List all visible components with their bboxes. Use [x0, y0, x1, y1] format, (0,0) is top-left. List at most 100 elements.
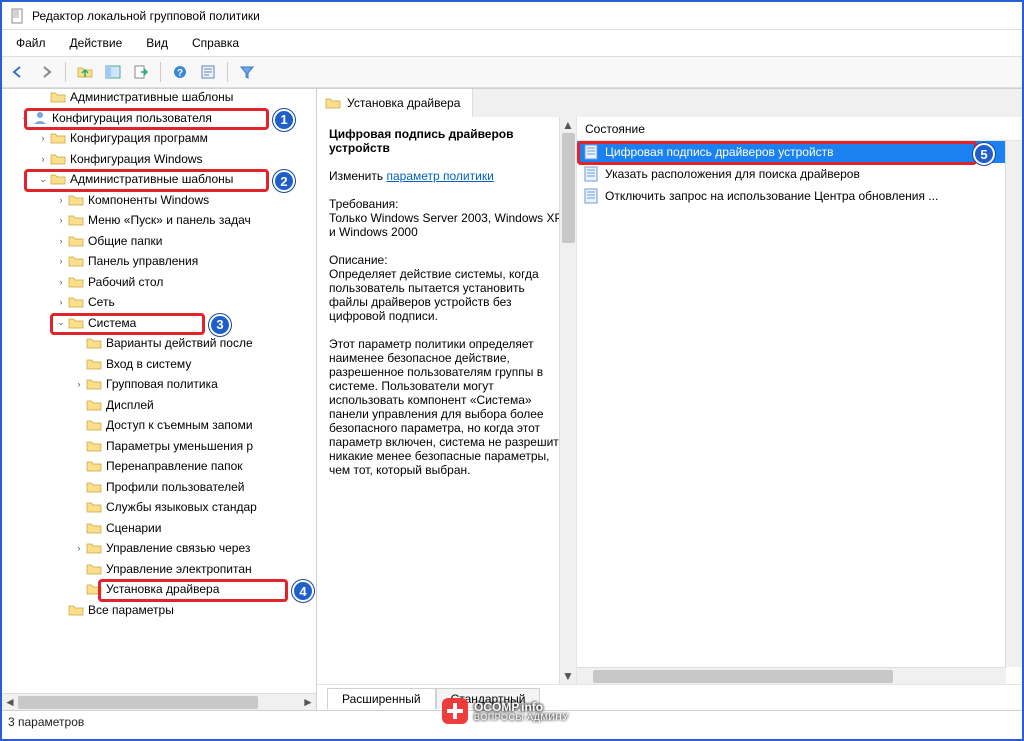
path-tab[interactable]: Установка драйвера [317, 89, 473, 117]
list-row[interactable]: Отключить запрос на использование Центра… [577, 185, 1022, 207]
list-row-label: Указать расположения для поиска драйверо… [605, 167, 860, 181]
list-row[interactable]: Указать расположения для поиска драйверо… [577, 163, 1022, 185]
tree-item[interactable]: › Панель управления [6, 251, 317, 272]
forward-button[interactable] [34, 60, 58, 84]
list-body[interactable]: Цифровая подпись драйверов устройств Указ… [577, 141, 1022, 207]
expander-closed-icon[interactable]: › [54, 277, 68, 287]
folder-icon [50, 151, 66, 167]
tree-item[interactable]: ›Конфигурация Windows [6, 149, 317, 170]
expander-closed-icon[interactable]: › [54, 215, 68, 225]
expander-closed-icon[interactable]: › [72, 543, 86, 553]
tree-item-label: Сценарии [106, 521, 161, 535]
tree-item[interactable]: ›Сеть [6, 292, 317, 313]
tree-item-label: Перенаправление папок [106, 459, 243, 473]
folder-icon [86, 417, 102, 433]
tree-item[interactable]: ⌄Конфигурация пользователя [6, 108, 317, 129]
tree-item-label: Общие папки [88, 234, 162, 248]
tree-item[interactable]: › Общие папки [6, 231, 317, 252]
menu-help[interactable]: Справка [182, 34, 249, 52]
tree-item[interactable]: ›Компоненты Windows [6, 190, 317, 211]
tree-item-label: Панель управления [88, 254, 198, 268]
description-column: Цифровая подпись драйверов устройств Изм… [317, 117, 577, 684]
policy-icon [583, 166, 599, 182]
show-hide-tree-button[interactable] [101, 60, 125, 84]
folder-icon [50, 171, 66, 187]
col-header-state[interactable]: Состояние [577, 120, 653, 138]
menu-action[interactable]: Действие [60, 34, 133, 52]
tree-item[interactable]: ›Конфигурация программ [6, 128, 317, 149]
tree-item-label: Вход в систему [106, 357, 191, 371]
expander-closed-icon[interactable]: › [54, 297, 68, 307]
tree-item-label: Профили пользователей [106, 480, 244, 494]
expander-open-icon[interactable]: ⌄ [54, 317, 68, 328]
expander-closed-icon[interactable]: › [54, 236, 68, 246]
tree-item[interactable]: Вход в систему [6, 354, 317, 375]
expander-open-icon[interactable]: ⌄ [36, 174, 50, 185]
list-row[interactable]: Цифровая подпись драйверов устройств [577, 141, 1022, 163]
folder-icon [86, 540, 102, 556]
tree-item[interactable]: Доступ к съемным запоми [6, 415, 317, 436]
tree-item[interactable]: ›Рабочий стол [6, 272, 317, 293]
folder-icon [86, 356, 102, 372]
export-button[interactable] [129, 60, 153, 84]
tree-item[interactable]: ⌄Система [6, 313, 317, 334]
filter-button[interactable] [235, 60, 259, 84]
tree-item[interactable]: Службы языковых стандар [6, 497, 317, 518]
tree-item[interactable]: Управление электропитан [6, 559, 317, 580]
tree-item[interactable]: Установка драйвера [6, 579, 317, 600]
list-vertical-scrollbar[interactable] [1005, 141, 1022, 667]
tree-item[interactable]: Перенаправление папок [6, 456, 317, 477]
tree-item-label: Групповая политика [106, 377, 218, 391]
tree-item[interactable]: › Меню «Пуск» и панель задач [6, 210, 317, 231]
folder-icon [86, 520, 102, 536]
expander-closed-icon[interactable]: › [72, 379, 86, 389]
tab-extended[interactable]: Расширенный [327, 688, 436, 709]
tree-item[interactable]: ›Управление связью через [6, 538, 317, 559]
tree-item[interactable]: Варианты действий после [6, 333, 317, 354]
description-p1: Определяет действие системы, когда польз… [329, 267, 566, 323]
up-button[interactable] [73, 60, 97, 84]
tree-item[interactable]: ⌄ Административные шаблоны [6, 169, 317, 190]
tree-item[interactable]: Все параметры [6, 600, 317, 621]
menu-file[interactable]: Файл [6, 34, 56, 52]
tree[interactable]: Административные шаблоны⌄Конфигурация по… [6, 89, 317, 683]
tree-item[interactable]: Профили пользователей [6, 477, 317, 498]
bottom-tabs: Расширенный Стандартный [317, 684, 1022, 710]
expander-closed-icon[interactable]: › [36, 154, 50, 164]
tree-item-label: Все параметры [88, 603, 174, 617]
tree-item-label: Установка драйвера [106, 582, 219, 596]
desc-vertical-scrollbar[interactable]: ▲▼ [559, 117, 576, 684]
tree-item[interactable]: Параметры уменьшения р [6, 436, 317, 457]
help-button[interactable]: ? [168, 60, 192, 84]
folder-icon [86, 581, 102, 597]
content-header: Установка драйвера [317, 89, 1022, 117]
list-row-label: Отключить запрос на использование Центра… [605, 189, 938, 203]
list-horizontal-scrollbar[interactable] [577, 667, 1006, 684]
policy-icon [583, 144, 599, 160]
tree-item[interactable]: › Групповая политика [6, 374, 317, 395]
back-button[interactable] [6, 60, 30, 84]
tree-pane: Административные шаблоны⌄Конфигурация по… [2, 89, 317, 710]
menu-view[interactable]: Вид [136, 34, 178, 52]
tree-item[interactable]: Административные шаблоны [6, 89, 317, 108]
folder-icon [86, 499, 102, 515]
edit-line: Изменить параметр политики [329, 169, 566, 183]
folder-icon [86, 479, 102, 495]
list-header[interactable]: Состояние [577, 117, 1022, 141]
tree-item[interactable]: Дисплей [6, 395, 317, 416]
properties-button[interactable] [196, 60, 220, 84]
watermark: OCOMP.info ВОПРОСЫ АДМИНУ [442, 698, 569, 724]
toolbar: ? [2, 56, 1022, 88]
expander-open-icon[interactable]: ⌄ [18, 112, 32, 123]
tree-item-label: Административные шаблоны [70, 172, 233, 186]
edit-policy-link[interactable]: параметр политики [386, 169, 493, 183]
tree-item[interactable]: Сценарии [6, 518, 317, 539]
expander-closed-icon[interactable]: › [54, 256, 68, 266]
tree-item-label: Дисплей [106, 398, 154, 412]
content-pane: Установка драйвера Цифровая подпись драй… [317, 89, 1022, 710]
expander-closed-icon[interactable]: › [36, 133, 50, 143]
policy-name: Цифровая подпись драйверов устройств [329, 127, 566, 155]
tree-horizontal-scrollbar[interactable]: ◄► [2, 693, 316, 710]
tree-item-label: Меню «Пуск» и панель задач [88, 213, 251, 227]
expander-closed-icon[interactable]: › [54, 195, 68, 205]
